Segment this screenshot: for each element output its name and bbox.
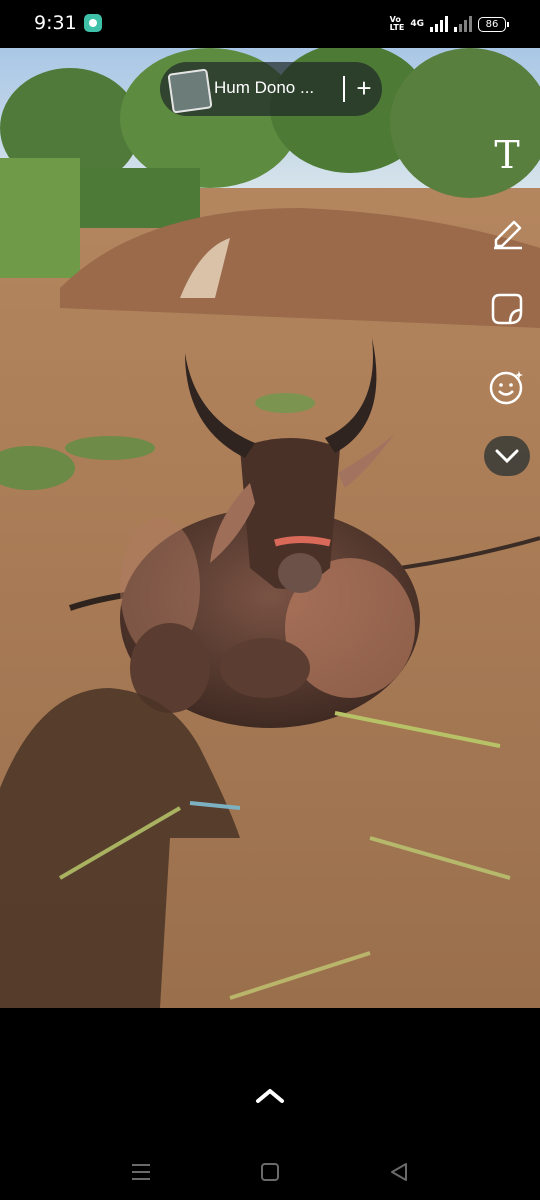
emoji-icon bbox=[489, 371, 523, 405]
music-sticker[interactable]: Hum Dono ... + bbox=[160, 62, 382, 116]
story-photo[interactable] bbox=[0, 48, 540, 1008]
signal-icon bbox=[430, 16, 448, 32]
back-icon bbox=[391, 1163, 407, 1181]
status-time: 9:31 bbox=[34, 12, 77, 34]
music-title: Hum Dono ... bbox=[214, 78, 315, 97]
draw-tool-button[interactable] bbox=[486, 210, 528, 252]
volte-indicator: Vo LTE bbox=[389, 15, 405, 32]
recents-icon bbox=[132, 1164, 150, 1180]
chevron-down-icon bbox=[495, 449, 519, 464]
add-music-button[interactable]: + bbox=[351, 70, 377, 106]
photo-illustration bbox=[0, 48, 540, 1008]
signal-icon-2 bbox=[454, 16, 472, 32]
sticker-icon bbox=[491, 293, 523, 325]
text-tool-button[interactable]: T bbox=[486, 133, 528, 177]
network-type: 4G bbox=[410, 19, 424, 29]
home-button[interactable] bbox=[250, 1154, 290, 1190]
emoji-tool-button[interactable] bbox=[486, 366, 528, 408]
recents-button[interactable] bbox=[121, 1154, 161, 1190]
music-album-art bbox=[167, 68, 213, 114]
sticker-tool-button[interactable] bbox=[486, 288, 528, 330]
more-tools-button[interactable] bbox=[484, 436, 530, 476]
battery-indicator: 86 bbox=[478, 16, 509, 32]
music-divider bbox=[343, 76, 345, 102]
back-button[interactable] bbox=[379, 1154, 419, 1190]
swipe-up-button[interactable] bbox=[252, 1084, 288, 1108]
home-icon bbox=[261, 1163, 279, 1181]
app-notification-icon bbox=[84, 14, 102, 32]
text-icon: T bbox=[494, 133, 520, 177]
system-nav-bar bbox=[0, 1144, 540, 1200]
status-indicators: Vo LTE 4G 86 bbox=[389, 14, 509, 34]
pen-icon bbox=[494, 220, 522, 250]
chevron-up-icon bbox=[256, 1089, 284, 1103]
status-bar: 9:31 Vo LTE 4G 86 bbox=[0, 0, 540, 48]
